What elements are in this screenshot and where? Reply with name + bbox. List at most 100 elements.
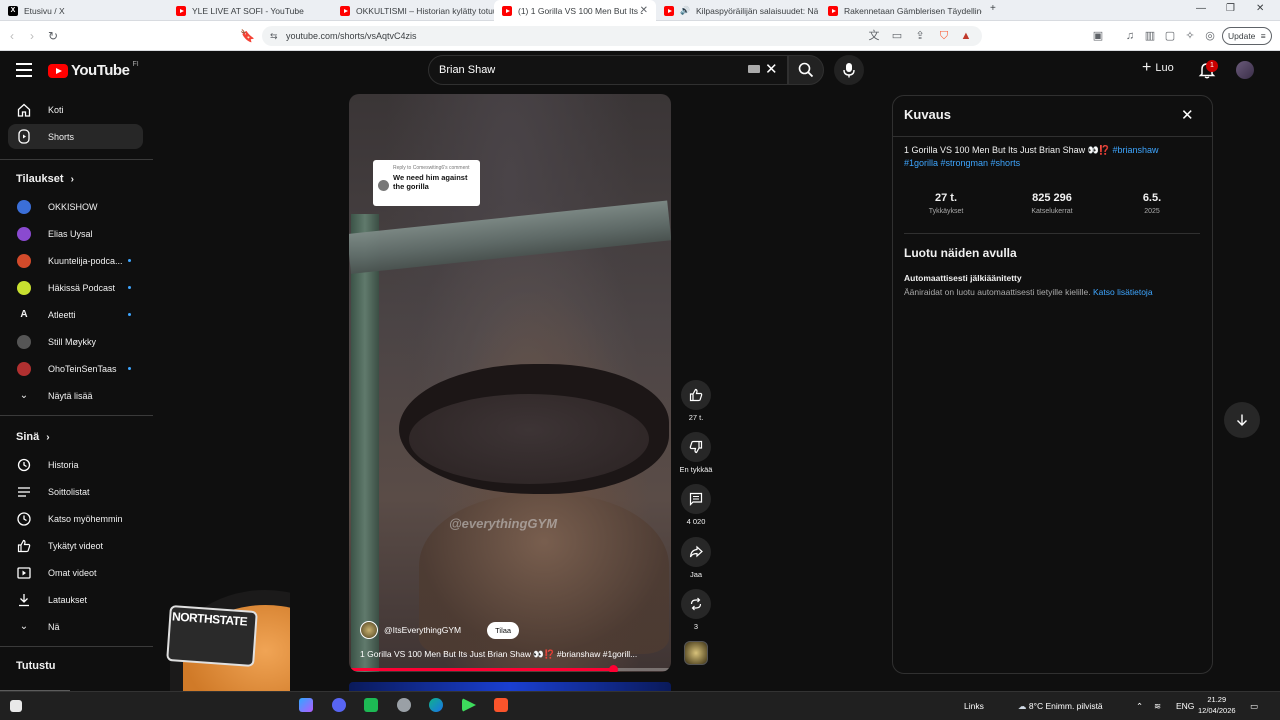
share-page-icon[interactable]: ⇪ <box>914 30 926 42</box>
voice-search-button[interactable] <box>834 55 864 85</box>
keyboard-icon[interactable] <box>748 65 760 73</box>
notification-center-icon[interactable]: ▭ <box>1250 701 1258 712</box>
wifi-icon[interactable]: ≋ <box>1154 701 1161 712</box>
browser-tab-gamblerisen[interactable]: Rakennetaan Gämblerisen Täydelline <box>820 0 982 21</box>
channel-name[interactable]: @ItsEverythingGYM <box>384 625 461 635</box>
description-panel: Kuvaus ✕ 1 Gorilla VS 100 Men But Its Ju… <box>892 95 1213 674</box>
hamburger-menu-icon[interactable] <box>16 63 32 77</box>
dislike-button[interactable] <box>681 432 711 462</box>
browser-tab-x[interactable]: X Etusivu / X <box>0 0 168 21</box>
music-icon[interactable]: ♫ <box>1124 30 1136 42</box>
short-video-player[interactable]: Reply to Comeswiting6's comment We need … <box>349 94 671 672</box>
tray-overflow-icon[interactable]: ⌃ <box>1136 701 1143 712</box>
language-indicator[interactable]: ENG <box>1176 701 1194 711</box>
tab-title: Kilpaspyöräilijän salaisuudet: Näi <box>695 5 818 16</box>
youtube-logo[interactable]: YouTube FI <box>48 61 139 79</box>
hashtag-links[interactable]: #1gorilla #strongman #shorts <box>904 158 1020 168</box>
browser-tab-yle-live[interactable]: YLE LIVE AT SOFI - YouTube <box>168 0 332 21</box>
discord-icon[interactable] <box>332 698 346 712</box>
comments-button[interactable] <box>681 484 711 514</box>
screen-icon[interactable]: ▭ <box>891 30 903 42</box>
sidebar-item-history[interactable]: Historia <box>8 452 143 477</box>
copilot-icon[interactable] <box>299 698 313 712</box>
browser-tab-kilpapyoraily[interactable]: 🔊 Kilpaspyöräilijän salaisuudet: Näi <box>656 0 818 21</box>
sidebar-item-atleetti[interactable]: A Atleetti <box>8 302 143 327</box>
subscriptions-heading[interactable]: Tilaukset › <box>16 173 74 185</box>
sidebar-item-kuuntelija-podcast[interactable]: Kuuntelija-podca... <box>8 248 143 273</box>
weather-widget[interactable]: ☁ 8°C Enimm. pilvistä <box>1018 701 1103 712</box>
close-tab-icon[interactable]: ✕ <box>640 5 648 16</box>
back-icon[interactable]: ‹ <box>10 29 14 43</box>
next-short-button[interactable] <box>1224 402 1260 438</box>
sidebar-item-label: Elias Uysal <box>48 228 93 239</box>
sidebar-item-hakissa-podcast[interactable]: Häkissä Podcast <box>8 275 143 300</box>
settings-icon[interactable] <box>397 698 411 712</box>
minimize-button[interactable]: — <box>1196 3 1206 14</box>
links-toolbar[interactable]: Links <box>964 701 984 711</box>
sound-avatar[interactable] <box>684 641 708 665</box>
browser-tab-okkultismi[interactable]: OKKULTISMI – Historian kylätty totuu <box>332 0 494 21</box>
search-button[interactable] <box>788 55 824 85</box>
translate-icon[interactable]: 文 <box>868 30 880 42</box>
show-more-button[interactable]: ⌄ Näytä lisää <box>8 383 143 408</box>
stat-label: Katselukerrat <box>1031 208 1073 215</box>
sidebar-item-elias-uysal[interactable]: Elias Uysal <box>8 221 143 246</box>
clear-search-icon[interactable]: ✕ <box>765 60 778 78</box>
update-button[interactable]: Update ≡ <box>1222 27 1272 45</box>
sidebar-item-label: OKKISHOW <box>48 201 98 212</box>
channel-avatar <box>16 253 32 269</box>
windows-start-icon[interactable] <box>10 700 22 712</box>
rewards-icon[interactable]: ▲ <box>960 30 972 42</box>
app-icon[interactable] <box>364 698 378 712</box>
account-avatar[interactable] <box>1236 61 1254 79</box>
subscribe-button[interactable]: Tilaa <box>487 621 520 639</box>
sidebar-item-playlists[interactable]: Soittolistat <box>8 479 143 504</box>
sidebar-item-home[interactable]: Koti <box>8 97 143 122</box>
site-info-icon[interactable]: ⇆ <box>270 26 278 46</box>
sidebar-item-ohoteinsentaas[interactable]: OhoTeinSenTaas <box>8 356 143 381</box>
reload-icon[interactable]: ↻ <box>48 29 58 43</box>
you-heading[interactable]: Sinä › <box>16 431 50 443</box>
close-panel-icon[interactable]: ✕ <box>1181 106 1194 124</box>
sidebar-item-okkishow[interactable]: OKKISHOW <box>8 194 143 219</box>
sidebar-item-label: Kuuntelija-podca... <box>48 255 123 266</box>
new-tab-button[interactable]: + <box>990 3 996 14</box>
brave-icon[interactable] <box>494 698 508 712</box>
brave-shield-icon[interactable]: ⛉ <box>938 30 950 42</box>
sidebar-item-label: Soittolistat <box>48 486 90 497</box>
wallet-icon[interactable]: ▢ <box>1164 30 1176 42</box>
system-clock[interactable]: 21.29 12/04/2026 <box>1198 694 1236 716</box>
progress-scrubber[interactable] <box>609 665 619 672</box>
search-input[interactable]: Brian Shaw <box>428 55 788 85</box>
explore-heading-label: Tutustu <box>16 660 56 672</box>
sidebar-item-shorts[interactable]: Shorts <box>8 124 143 149</box>
progress-bar[interactable] <box>349 665 671 672</box>
vpn-icon[interactable]: ◎ <box>1204 30 1216 42</box>
tab-title: Etusivu / X <box>24 5 65 16</box>
sidebar-panel-icon[interactable]: ▣ <box>1092 30 1104 42</box>
sidebar-item-liked-videos[interactable]: Tykätyt videot <box>8 533 143 558</box>
extensions-icon[interactable]: ✧ <box>1184 30 1196 42</box>
sidebar-item-label: Shorts <box>48 131 75 142</box>
next-short-preview[interactable] <box>349 682 671 691</box>
sidebar-item-still-moykky[interactable]: Still Møykky <box>8 329 143 354</box>
close-window-button[interactable]: ✕ <box>1256 3 1264 14</box>
like-button[interactable] <box>681 380 711 410</box>
your-videos-icon <box>16 565 32 581</box>
bookmark-icon[interactable]: 🔖 <box>240 29 255 43</box>
sidebar-item-watch-later[interactable]: Katso myöhemmin <box>8 506 143 531</box>
remix-button[interactable] <box>681 589 711 619</box>
channel-avatar[interactable] <box>360 621 378 639</box>
learn-more-link[interactable]: Katso lisätietoja <box>1093 287 1153 297</box>
remix-action: 3 <box>681 589 711 631</box>
hashtag-link[interactable]: #brianshaw <box>1113 145 1159 155</box>
progress-fill <box>349 668 614 671</box>
short-title[interactable]: 1 Gorilla VS 100 Men But Its Just Brian … <box>360 649 665 660</box>
restore-button[interactable]: ❐ <box>1226 3 1235 14</box>
reading-list-icon[interactable]: ▥ <box>1144 30 1156 42</box>
forward-icon[interactable]: › <box>30 29 34 43</box>
create-button[interactable]: + Luo <box>1142 60 1174 76</box>
edge-icon[interactable] <box>429 698 443 712</box>
share-button[interactable] <box>681 537 711 567</box>
browser-tab-active-short[interactable]: (1) 1 Gorilla VS 100 Men But Its Ju ✕ <box>494 0 656 21</box>
